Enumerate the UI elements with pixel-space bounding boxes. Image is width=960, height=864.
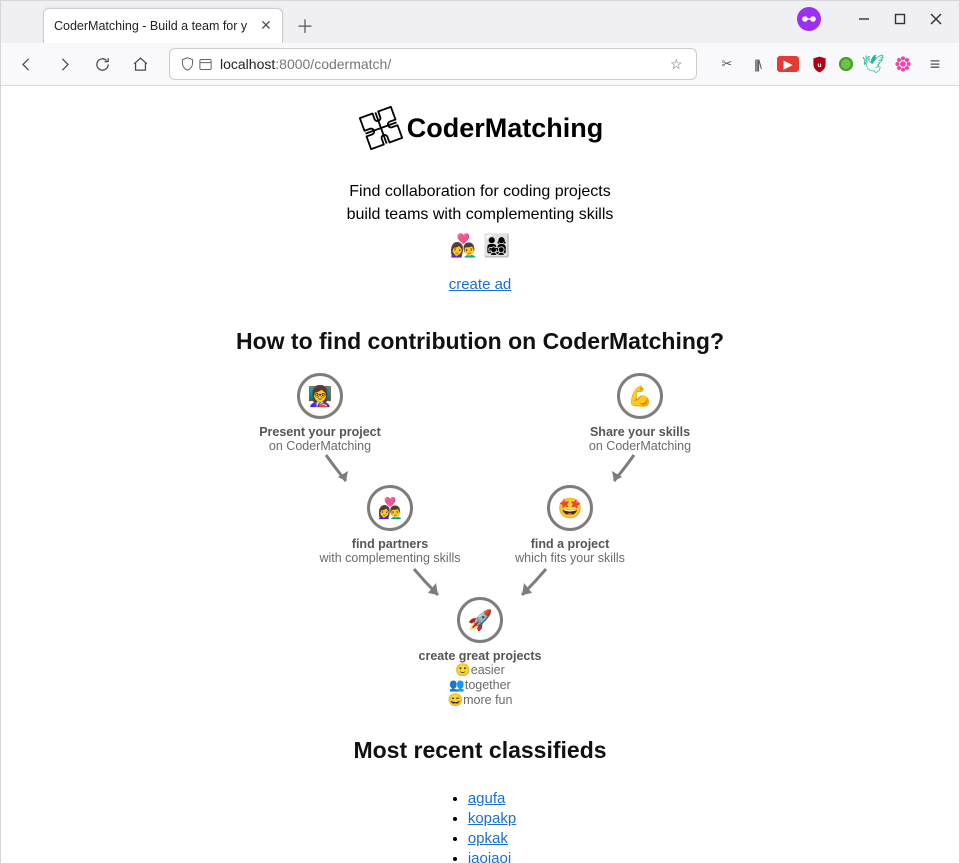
url-text: localhost:8000/codermatch/ (214, 56, 670, 72)
muscle-icon: 💪 (617, 373, 663, 419)
star-eyes-icon: 🤩 (547, 485, 593, 531)
puzzle-logo-icon (357, 104, 405, 152)
shield-icon (178, 56, 196, 72)
extension-adblock-icon[interactable]: u (809, 55, 829, 73)
close-tab-icon[interactable]: ✕ (258, 18, 274, 34)
classified-link[interactable]: agufa (468, 790, 506, 807)
home-button[interactable] (125, 49, 155, 79)
site-info-icon[interactable] (196, 57, 214, 72)
browser-toolbar: localhost:8000/codermatch/ ☆ ✂︎ |||\ ▶ u… (1, 43, 959, 86)
flow-node-present: 👩‍🏫 Present your project on CoderMatchin… (230, 373, 410, 453)
tagline: Find collaboration for coding projects b… (120, 180, 840, 262)
extension-video-icon[interactable]: ▶ (777, 56, 799, 72)
site-header: CoderMatching (120, 104, 840, 152)
flow-node-findproject: 🤩 find a project which fits your skills (480, 485, 660, 565)
extension-library-icon[interactable]: |||\ (747, 55, 767, 73)
teacher-icon: 👩‍🏫 (297, 373, 343, 419)
flow-node-share: 💪 Share your skills on CoderMatching (550, 373, 730, 453)
extension-green-icon[interactable] (839, 57, 853, 71)
close-window-button[interactable] (919, 5, 953, 33)
extensions-area: ✂︎ |||\ ▶ u 🕊︎ (717, 55, 913, 73)
address-bar[interactable]: localhost:8000/codermatch/ ☆ (169, 48, 697, 80)
rocket-icon: 🚀 (457, 597, 503, 643)
classifieds-list: agufa kopakp opkak iaojaoi aijjao (444, 788, 516, 864)
list-item: iaojaoi (468, 850, 516, 864)
flow-node-partners: 👩‍❤️‍👨 find partners with complementing … (300, 485, 480, 565)
incognito-icon (797, 7, 821, 31)
browser-window: CoderMatching - Build a team for y ✕ ＋ l… (0, 0, 960, 864)
classified-link[interactable]: opkak (468, 830, 508, 847)
list-item: kopakp (468, 810, 516, 828)
window-controls (797, 5, 953, 33)
minimize-button[interactable] (847, 5, 881, 33)
tab-strip: CoderMatching - Build a team for y ✕ ＋ (1, 1, 959, 43)
svg-text:u: u (817, 61, 821, 68)
extension-cut-icon[interactable]: ✂︎ (717, 55, 737, 73)
classified-link[interactable]: iaojaoi (468, 850, 511, 864)
brand-name: CoderMatching (407, 113, 604, 144)
maximize-button[interactable] (883, 5, 917, 33)
tagline-line1: Find collaboration for coding projects (120, 180, 840, 203)
recent-heading: Most recent classifieds (120, 737, 840, 764)
flow-node-create: 🚀 create great projects 🙂easier 👥togethe… (390, 597, 570, 708)
howto-heading: How to find contribution on CoderMatchin… (120, 328, 840, 355)
tagline-emoji: 👩‍❤️‍👨 👨‍👩‍👧‍👦 (120, 230, 840, 262)
reload-button[interactable] (87, 49, 117, 79)
extension-bird-icon[interactable]: 🕊︎ (863, 55, 883, 73)
create-ad-link[interactable]: create ad (449, 276, 512, 293)
page-viewport[interactable]: CoderMatching Find collaboration for cod… (1, 86, 959, 864)
new-tab-button[interactable]: ＋ (291, 12, 319, 40)
classified-link[interactable]: kopakp (468, 810, 516, 827)
app-menu-button[interactable]: ≡ (921, 54, 949, 75)
flow-diagram: 👩‍🏫 Present your project on CoderMatchin… (240, 373, 720, 703)
extension-flower-icon[interactable] (893, 55, 913, 73)
bookmark-star-icon[interactable]: ☆ (670, 56, 688, 73)
forward-button[interactable] (49, 49, 79, 79)
page-content: CoderMatching Find collaboration for cod… (110, 86, 850, 864)
couple-icon: 👩‍❤️‍👨 (367, 485, 413, 531)
list-item: agufa (468, 790, 516, 808)
tab-title: CoderMatching - Build a team for y (54, 19, 258, 33)
browser-tab[interactable]: CoderMatching - Build a team for y ✕ (43, 8, 283, 43)
tagline-line2: build teams with complementing skills (120, 203, 840, 226)
list-item: opkak (468, 830, 516, 848)
back-button[interactable] (11, 49, 41, 79)
